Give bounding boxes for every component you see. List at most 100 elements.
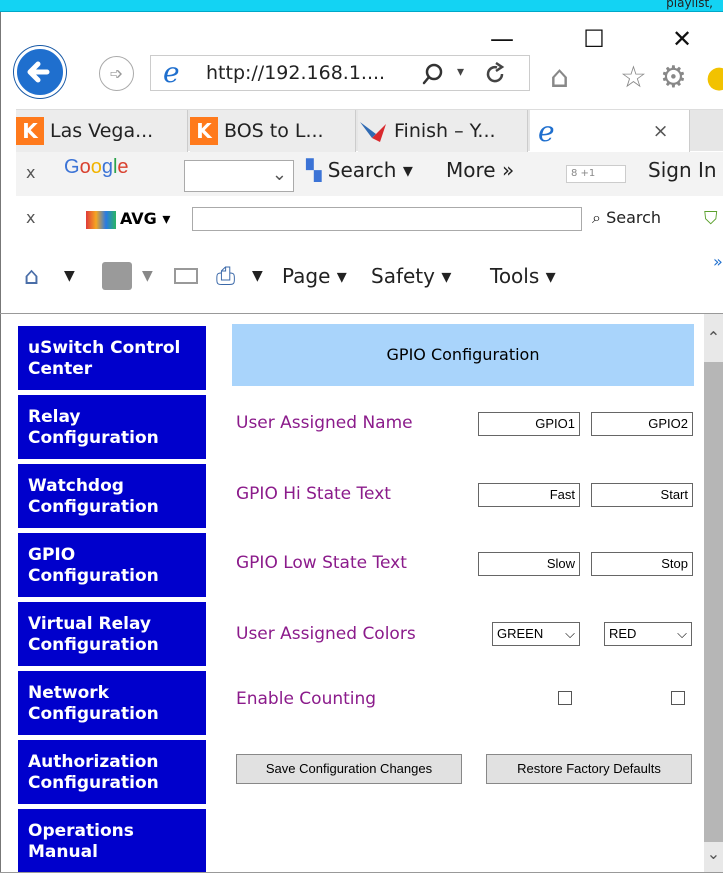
gpio1-hi-state-input[interactable]: Fast — [478, 483, 580, 507]
google-toolbar: x Google ⌄ ▚ Search ▾ More » 8 +1 Sign I… — [16, 152, 723, 196]
avg-brand-label: AVG ▾ — [120, 209, 171, 228]
avg-logo-icon — [86, 210, 116, 229]
sidebar-item-authorization-configuration[interactable]: Authorization Configuration — [18, 740, 206, 804]
tab-bos-to-l[interactable]: K BOS to L... — [190, 110, 356, 152]
chevron-down-icon[interactable]: ⌄ — [272, 164, 287, 185]
top-strip-text: playlist, — [666, 0, 713, 10]
enable-counting-label: Enable Counting — [236, 689, 377, 709]
google-sign-in-button[interactable]: Sign In — [648, 158, 717, 182]
minimize-button[interactable]: — — [487, 24, 517, 54]
close-tab-icon[interactable]: × — [653, 120, 669, 142]
sidebar-item-gpio-configuration[interactable]: GPIO Configuration — [18, 533, 206, 597]
page-title: GPIO Configuration — [232, 324, 694, 386]
sidebar-item-control-center[interactable]: uSwitch Control Center — [18, 326, 206, 390]
google-search-icon: ▚ — [306, 158, 322, 182]
sidebar-item-watchdog-configuration[interactable]: Watchdog Configuration — [18, 464, 206, 528]
smiley-icon[interactable]: ● — [706, 60, 723, 95]
url-text: http://192.168.1.... — [206, 62, 386, 84]
sidebar-item-operations-manual[interactable]: Operations Manual — [18, 809, 206, 873]
tab-finish[interactable]: Finish – Y... — [358, 110, 528, 152]
close-toolbar-icon[interactable]: x — [26, 208, 35, 227]
american-airlines-favicon-icon — [360, 122, 386, 142]
close-toolbar-icon[interactable]: x — [26, 163, 35, 182]
gpio2-color-value: RED — [609, 626, 637, 641]
kayak-favicon-icon: K — [16, 117, 44, 145]
feed-dropdown-icon[interactable]: ▼ — [142, 268, 153, 284]
back-button[interactable] — [14, 46, 66, 98]
tab-las-vegas[interactable]: K Las Vega... — [16, 110, 188, 152]
chevron-down-icon: ⌵ — [565, 626, 575, 641]
sidebar-nav: uSwitch Control Center Relay Configurati… — [18, 326, 210, 878]
google-logo: Google — [64, 156, 129, 178]
gpio1-name-input[interactable]: GPIO1 — [478, 412, 580, 436]
sidebar-item-network-configuration[interactable]: Network Configuration — [18, 671, 206, 735]
gpio1-low-state-input[interactable]: Slow — [478, 552, 580, 576]
gpio2-name-input[interactable]: GPIO2 — [591, 412, 693, 436]
search-icon: ⌕ — [592, 208, 601, 227]
gpio2-hi-state-input[interactable]: Start — [591, 483, 693, 507]
gpio-hi-state-label: GPIO Hi State Text — [236, 484, 391, 504]
rss-feed-icon[interactable] — [102, 262, 132, 290]
command-bar: » ⌂ ▼ ▼ ⎙ ▼ Page ▾ Safety ▾ Tools ▾ — [16, 252, 723, 302]
avg-search-input[interactable] — [192, 207, 582, 231]
tab-label: Las Vega... — [50, 120, 154, 142]
google-search-button[interactable]: ▚ Search ▾ — [306, 158, 413, 182]
avg-toolbar: x AVG ▾ ⌕ Search ⛉ — [16, 198, 723, 242]
maximize-button[interactable]: ☐ — [579, 24, 609, 54]
forward-button[interactable]: ➩ — [99, 56, 134, 91]
chevron-right-icon[interactable]: » — [713, 252, 723, 271]
sidebar-item-relay-configuration[interactable]: Relay Configuration — [18, 395, 206, 459]
print-dropdown-icon[interactable]: ▼ — [252, 268, 263, 284]
google-search-input[interactable]: ⌄ — [184, 160, 294, 192]
user-assigned-colors-label: User Assigned Colors — [236, 624, 416, 644]
forward-arrow-icon: ➩ — [109, 64, 124, 83]
desktop-top-strip: playlist, — [0, 0, 723, 12]
chevron-down-icon: ⌵ — [677, 626, 687, 641]
home-dropdown-icon[interactable]: ▼ — [64, 268, 75, 284]
avg-search-button[interactable]: ⌕ Search — [592, 208, 661, 228]
close-window-button[interactable]: ✕ — [667, 24, 697, 54]
tab-bar: K Las Vega... K BOS to L... Finish – Y..… — [16, 109, 723, 152]
google-more-button[interactable]: More » — [446, 158, 514, 182]
address-bar[interactable]: e http://192.168.1.... ▾ — [150, 55, 530, 91]
page-content: uSwitch Control Center Relay Configurati… — [16, 314, 704, 873]
restore-defaults-button[interactable]: Restore Factory Defaults — [486, 754, 692, 784]
gpio2-color-select[interactable]: RED ⌵ — [604, 622, 692, 646]
avg-search-label: Search — [606, 208, 662, 227]
tools-menu[interactable]: Tools ▾ — [490, 264, 556, 288]
scroll-up-icon[interactable]: ⌃ — [704, 314, 723, 362]
gpio1-counting-checkbox[interactable] — [558, 691, 572, 705]
scroll-down-icon[interactable]: ⌄ — [704, 844, 723, 872]
page-menu[interactable]: Page ▾ — [282, 264, 347, 288]
shield-icon[interactable]: ⛉ — [704, 208, 718, 229]
user-assigned-name-label: User Assigned Name — [236, 413, 413, 433]
home-page-icon[interactable]: ⌂ — [24, 262, 39, 290]
address-dropdown-icon[interactable]: ▾ — [457, 64, 464, 80]
ie-favicon-icon: e — [538, 114, 555, 148]
favorites-star-icon[interactable]: ☆ — [620, 60, 647, 95]
gpio1-color-select[interactable]: GREEN ⌵ — [492, 622, 580, 646]
print-icon[interactable]: ⎙ — [216, 262, 235, 290]
back-arrow-icon — [27, 61, 50, 83]
google-search-label: Search ▾ — [327, 158, 413, 182]
gpio2-low-state-input[interactable]: Stop — [591, 552, 693, 576]
kayak-favicon-icon: K — [190, 117, 218, 145]
scrollbar-thumb[interactable] — [704, 362, 723, 842]
tab-label: BOS to L... — [224, 120, 324, 142]
vertical-scrollbar[interactable]: ⌃ ⌄ — [704, 314, 723, 872]
tab-current[interactable]: e × — [530, 110, 690, 152]
gpio-low-state-label: GPIO Low State Text — [236, 553, 407, 573]
search-icon[interactable] — [421, 62, 445, 86]
gear-icon[interactable]: ⚙ — [660, 60, 687, 95]
avg-menu-button[interactable]: AVG ▾ — [86, 209, 170, 229]
google-plus-one-button[interactable]: 8 +1 — [566, 165, 626, 183]
home-icon[interactable]: ⌂ — [550, 60, 569, 95]
gpio2-counting-checkbox[interactable] — [671, 691, 685, 705]
refresh-icon[interactable] — [483, 62, 507, 86]
tab-label: Finish – Y... — [394, 120, 496, 142]
safety-menu[interactable]: Safety ▾ — [371, 264, 451, 288]
mail-icon[interactable] — [174, 268, 198, 284]
save-configuration-button[interactable]: Save Configuration Changes — [236, 754, 462, 784]
window-bottom-edge — [0, 872, 723, 882]
sidebar-item-virtual-relay-configuration[interactable]: Virtual Relay Configuration — [18, 602, 206, 666]
